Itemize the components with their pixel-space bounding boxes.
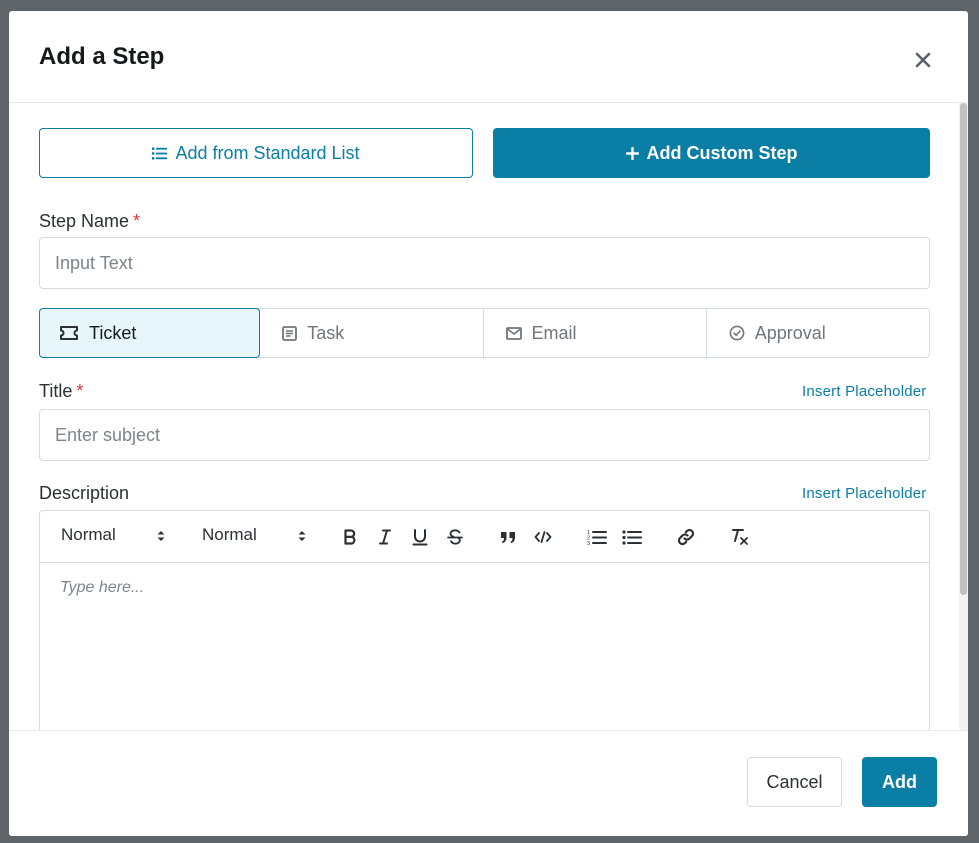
ordered-list-button[interactable]: 123 — [585, 525, 609, 549]
step-name-label: Step Name * — [39, 211, 140, 232]
list-icon — [152, 147, 168, 160]
cancel-button[interactable]: Cancel — [747, 757, 842, 807]
code-icon — [534, 531, 552, 543]
add-custom-step-label: Add Custom Step — [646, 142, 798, 163]
bullet-list-button[interactable] — [620, 525, 644, 549]
ticket-icon — [59, 325, 79, 341]
clear-format-icon — [730, 528, 750, 546]
bullet-list-icon — [622, 529, 642, 545]
close-button[interactable] — [911, 48, 935, 72]
blockquote-icon — [500, 531, 516, 544]
add-button[interactable]: Add — [862, 757, 937, 807]
bold-icon — [343, 529, 357, 545]
italic-icon — [378, 529, 392, 545]
size-select[interactable]: Normal — [202, 525, 312, 545]
editor-toolbar: Normal Normal 1 2 3 — [40, 511, 929, 563]
add-from-standard-list-label: Add from Standard List — [175, 142, 360, 163]
select-arrows-icon — [297, 529, 307, 543]
clear-format-button[interactable] — [728, 525, 752, 549]
email-icon — [505, 326, 522, 340]
close-icon — [915, 52, 931, 68]
code-button[interactable] — [531, 525, 555, 549]
step-type-label: Approval — [754, 322, 826, 343]
check-circle-icon — [729, 325, 745, 341]
title-insert-placeholder-link[interactable]: Insert Placeholder — [802, 383, 927, 400]
step-type-label: Ticket — [89, 322, 137, 343]
add-from-standard-list-button[interactable]: Add from Standard List — [39, 128, 473, 178]
size-select-value: Normal — [202, 525, 257, 544]
header-select[interactable]: Normal — [61, 525, 171, 545]
scrollbar-thumb[interactable] — [960, 103, 967, 595]
underline-icon — [412, 528, 428, 546]
step-type-label: Task — [307, 322, 345, 343]
modal-body: Add from Standard List Add Custom Step S… — [9, 103, 968, 730]
description-insert-placeholder-link[interactable]: Insert Placeholder — [802, 485, 927, 502]
strike-icon — [447, 529, 463, 545]
description-label: Description — [39, 483, 130, 503]
link-icon — [676, 527, 696, 547]
step-type-task[interactable]: Task — [260, 309, 484, 357]
task-icon — [282, 325, 298, 341]
title-label-text: Title — [39, 381, 73, 401]
underline-button[interactable] — [408, 525, 432, 549]
required-mark: * — [133, 211, 141, 231]
strike-button[interactable] — [443, 525, 467, 549]
required-mark: * — [76, 381, 84, 401]
plus-icon — [625, 146, 639, 160]
blockquote-button[interactable] — [496, 525, 520, 549]
modal-title: Add a Step — [39, 43, 165, 70]
step-name-input[interactable] — [39, 237, 930, 289]
modal-scrollbar[interactable] — [959, 103, 968, 730]
step-name-label-text: Step Name — [39, 211, 130, 231]
header-select-value: Normal — [61, 525, 116, 544]
link-button[interactable] — [674, 525, 698, 549]
italic-button[interactable] — [373, 525, 397, 549]
step-type-ticket[interactable]: Ticket — [39, 308, 261, 358]
modal-footer: Cancel Add — [9, 730, 968, 836]
add-custom-step-button[interactable]: Add Custom Step — [493, 128, 930, 178]
description-editor: Normal Normal 1 2 3 Type here... — [39, 510, 930, 730]
step-type-approval[interactable]: Approval — [707, 309, 929, 357]
step-type-email[interactable]: Email — [484, 309, 707, 357]
modal-header: Add a Step — [9, 11, 968, 103]
ordered-list-icon: 123 — [587, 529, 607, 546]
description-text-area[interactable]: Type here... — [60, 579, 144, 597]
select-arrows-icon — [156, 529, 166, 543]
title-input[interactable] — [39, 409, 930, 461]
step-type-selector: Ticket Task Email Approval — [39, 308, 930, 358]
svg-text:3: 3 — [587, 541, 590, 546]
add-step-modal: Add a Step Add from Standard List Add Cu… — [9, 11, 968, 836]
bold-button[interactable] — [338, 525, 362, 549]
title-label: Title * — [39, 381, 83, 402]
step-type-label: Email — [531, 322, 577, 343]
